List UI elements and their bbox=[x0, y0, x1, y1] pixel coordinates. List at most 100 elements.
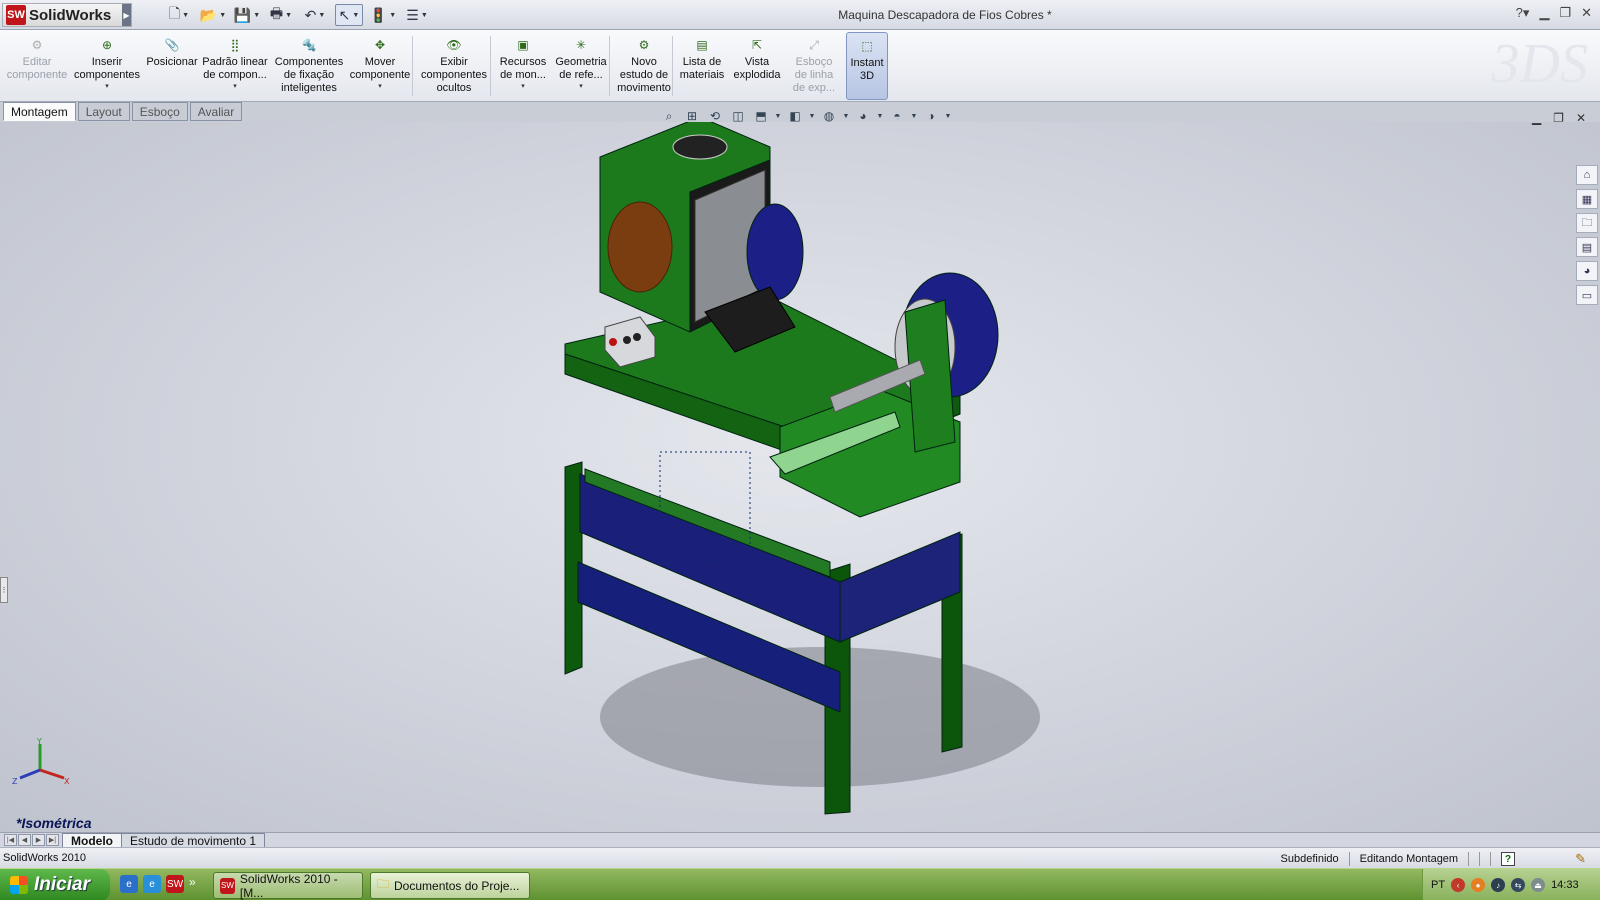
viewport-minimize-button[interactable]: ▁ bbox=[1532, 111, 1541, 125]
dropdown-arrow-icon[interactable]: ▼ bbox=[843, 108, 850, 124]
motor-top bbox=[672, 134, 728, 160]
tab-scroll-arrows: |◀ ◀ ▶ ▶| bbox=[0, 833, 63, 847]
tray-usb-icon[interactable]: ⏏ bbox=[1531, 878, 1546, 892]
quick-launch: e e SW » bbox=[120, 875, 196, 893]
task-solidworks[interactable]: SW SolidWorks 2010 - [M... bbox=[213, 872, 363, 900]
solidworks-icon[interactable]: SW bbox=[166, 875, 184, 893]
tray-network-icon[interactable]: ⇆ bbox=[1511, 878, 1526, 892]
system-tray: PT ‹ ● ♪ ⇆ ⏏ 14:33 bbox=[1422, 869, 1600, 900]
ribbon-button-label: componente bbox=[6, 69, 68, 81]
design-library-icon[interactable]: ▦ bbox=[1576, 189, 1598, 209]
ribbon-button-label: inteligentes bbox=[281, 82, 337, 94]
tab-montagem[interactable]: Montagem bbox=[3, 102, 76, 121]
dropdown-arrow-icon[interactable]: ▼ bbox=[775, 108, 782, 124]
zoom-area-icon[interactable]: ⊞ bbox=[683, 108, 701, 124]
ribbon-button-label: estudo de bbox=[619, 69, 669, 81]
hide-show-icon[interactable]: ◍ bbox=[820, 108, 838, 124]
help-icon[interactable]: ?▾ bbox=[1516, 5, 1530, 21]
ribbon-button-bill-of-materials[interactable]: ▤ Lista de materiais bbox=[676, 32, 728, 100]
section-view-icon[interactable]: ◫ bbox=[729, 108, 747, 124]
ribbon-button-smart-fasteners[interactable]: 🔩 Componentes de fixação inteligentes bbox=[272, 32, 346, 100]
assembly-model[interactable] bbox=[0, 122, 1600, 832]
graphics-area[interactable]: ⋮ bbox=[0, 122, 1600, 832]
ribbon-button-label: de mon... bbox=[500, 69, 546, 81]
ribbon-button-linear-pattern[interactable]: ⣿ Padrão linear de compon... ▾ bbox=[200, 32, 270, 100]
ribbon-button-label: de linha bbox=[794, 69, 834, 81]
ribbon-button-label: Esboço bbox=[795, 56, 833, 68]
dropdown-arrow-icon[interactable]: ▼ bbox=[945, 108, 952, 124]
dropdown-arrow-icon[interactable]: ▾ bbox=[521, 82, 525, 91]
ribbon-button-reference-geometry[interactable]: ✳ Geometria de refe... ▾ bbox=[552, 32, 610, 100]
apply-scene-icon[interactable]: ◓ bbox=[888, 108, 906, 124]
windows-flag-icon bbox=[10, 876, 28, 894]
edit-appearance-icon[interactable]: ◕ bbox=[854, 108, 872, 124]
dropdown-arrow-icon[interactable]: ▾ bbox=[105, 82, 109, 91]
tab-motion-study[interactable]: Estudo de movimento 1 bbox=[121, 833, 266, 848]
tray-security-icon[interactable]: ● bbox=[1471, 878, 1486, 892]
minimize-button[interactable]: ▁ bbox=[1539, 5, 1549, 21]
rebuild-status-icon[interactable]: ✎ bbox=[1575, 851, 1586, 867]
tab-layout[interactable]: Layout bbox=[77, 102, 130, 121]
ribbon-button-assembly-features[interactable]: ▣ Recursos de mon... ▾ bbox=[495, 32, 551, 100]
ribbon-button-label: materiais bbox=[679, 69, 725, 81]
ribbon-button-insert-components[interactable]: ⊕ Inserir componentes ▾ bbox=[72, 32, 142, 100]
prev-tab-arrow-icon[interactable]: ◀ bbox=[18, 834, 31, 846]
exploded-view-icon: ⇱ bbox=[751, 37, 763, 52]
view-settings-icon[interactable]: ◑ bbox=[922, 108, 940, 124]
ribbon-button-label: componente bbox=[349, 69, 411, 81]
svg-text:Z: Z bbox=[12, 777, 18, 786]
previous-view-icon[interactable]: ⟲ bbox=[706, 108, 724, 124]
dropdown-arrow-icon[interactable]: ▼ bbox=[877, 108, 884, 124]
first-tab-arrow-icon[interactable]: |◀ bbox=[4, 834, 17, 846]
tab-model[interactable]: Modelo bbox=[62, 833, 122, 848]
ribbon-button-label: Recursos bbox=[499, 56, 547, 68]
quick-launch-more-icon[interactable]: » bbox=[189, 875, 196, 893]
edit-component-icon: ⚙ bbox=[31, 37, 43, 52]
solidworks-icon: SW bbox=[220, 877, 235, 894]
language-indicator[interactable]: PT bbox=[1431, 879, 1445, 891]
feature-manager-expand-handle[interactable]: ⋮ bbox=[0, 577, 8, 603]
next-tab-arrow-icon[interactable]: ▶ bbox=[32, 834, 45, 846]
start-button[interactable]: Iniciar bbox=[0, 869, 110, 900]
dropdown-arrow-icon[interactable]: ▾ bbox=[579, 82, 583, 91]
dropdown-arrow-icon[interactable]: ▾ bbox=[378, 82, 382, 91]
dropdown-arrow-icon[interactable]: ▼ bbox=[809, 108, 816, 124]
ribbon-button-mate-paperclip[interactable]: 📎 Posicionar bbox=[143, 32, 201, 100]
view-palette-icon[interactable]: ▤ bbox=[1576, 237, 1598, 257]
file-explorer-icon[interactable]: 🗀 bbox=[1576, 213, 1598, 233]
viewport-restore-button[interactable]: ❐ bbox=[1553, 111, 1564, 125]
clock: 14:33 bbox=[1551, 879, 1579, 891]
zoom-to-fit-icon[interactable]: ⌕ bbox=[660, 108, 678, 124]
tab-avaliar[interactable]: Avaliar bbox=[189, 102, 243, 121]
ribbon-separator bbox=[412, 36, 413, 96]
quick-tips-icon[interactable]: ? bbox=[1501, 852, 1516, 866]
ribbon-button-motion-study[interactable]: ⚙ Novo estudo de movimento bbox=[614, 32, 674, 100]
solidworks-resources-icon[interactable]: ⌂ bbox=[1576, 165, 1598, 185]
ribbon-button-exploded-view[interactable]: ⇱ Vista explodida bbox=[731, 32, 783, 100]
ribbon-separator bbox=[672, 36, 673, 96]
ribbon-button-show-hidden[interactable]: 👁 Exibir componentes ocultos bbox=[418, 32, 490, 100]
display-style-icon[interactable]: ◧ bbox=[786, 108, 804, 124]
ribbon-button-explode-line-sketch[interactable]: ⤢ Esboço de linha de exp... bbox=[787, 32, 841, 100]
ribbon-button-instant-3d[interactable]: ⬚ Instant 3D bbox=[846, 32, 888, 100]
view-orientation-icon[interactable]: ⬒ bbox=[752, 108, 770, 124]
show-hidden-icon: 👁 bbox=[446, 37, 462, 52]
ribbon-button-move-component[interactable]: ✥ Mover componente ▾ bbox=[345, 32, 415, 100]
tray-app-icon[interactable]: ‹ bbox=[1451, 878, 1466, 892]
tray-volume-icon[interactable]: ♪ bbox=[1491, 878, 1506, 892]
viewport-close-button[interactable]: ✕ bbox=[1576, 111, 1586, 125]
last-tab-arrow-icon[interactable]: ▶| bbox=[46, 834, 59, 846]
appearances-icon[interactable]: ◕ bbox=[1576, 261, 1598, 281]
custom-properties-icon[interactable]: ▭ bbox=[1576, 285, 1598, 305]
start-label: Iniciar bbox=[34, 874, 90, 895]
ie-icon[interactable]: e bbox=[120, 875, 138, 893]
insert-components-icon: ⊕ bbox=[101, 37, 113, 52]
close-button[interactable]: ✕ bbox=[1581, 5, 1592, 21]
ribbon-button-edit-component[interactable]: ⚙ Editar componente bbox=[5, 32, 69, 100]
dropdown-arrow-icon[interactable]: ▼ bbox=[911, 108, 918, 124]
task-documents[interactable]: 🗀 Documentos do Proje... bbox=[370, 872, 530, 899]
dropdown-arrow-icon[interactable]: ▾ bbox=[233, 82, 237, 91]
restore-button[interactable]: ❐ bbox=[1559, 5, 1571, 21]
browser-icon[interactable]: e bbox=[143, 875, 161, 893]
tab-esboço[interactable]: Esboço bbox=[131, 102, 188, 121]
